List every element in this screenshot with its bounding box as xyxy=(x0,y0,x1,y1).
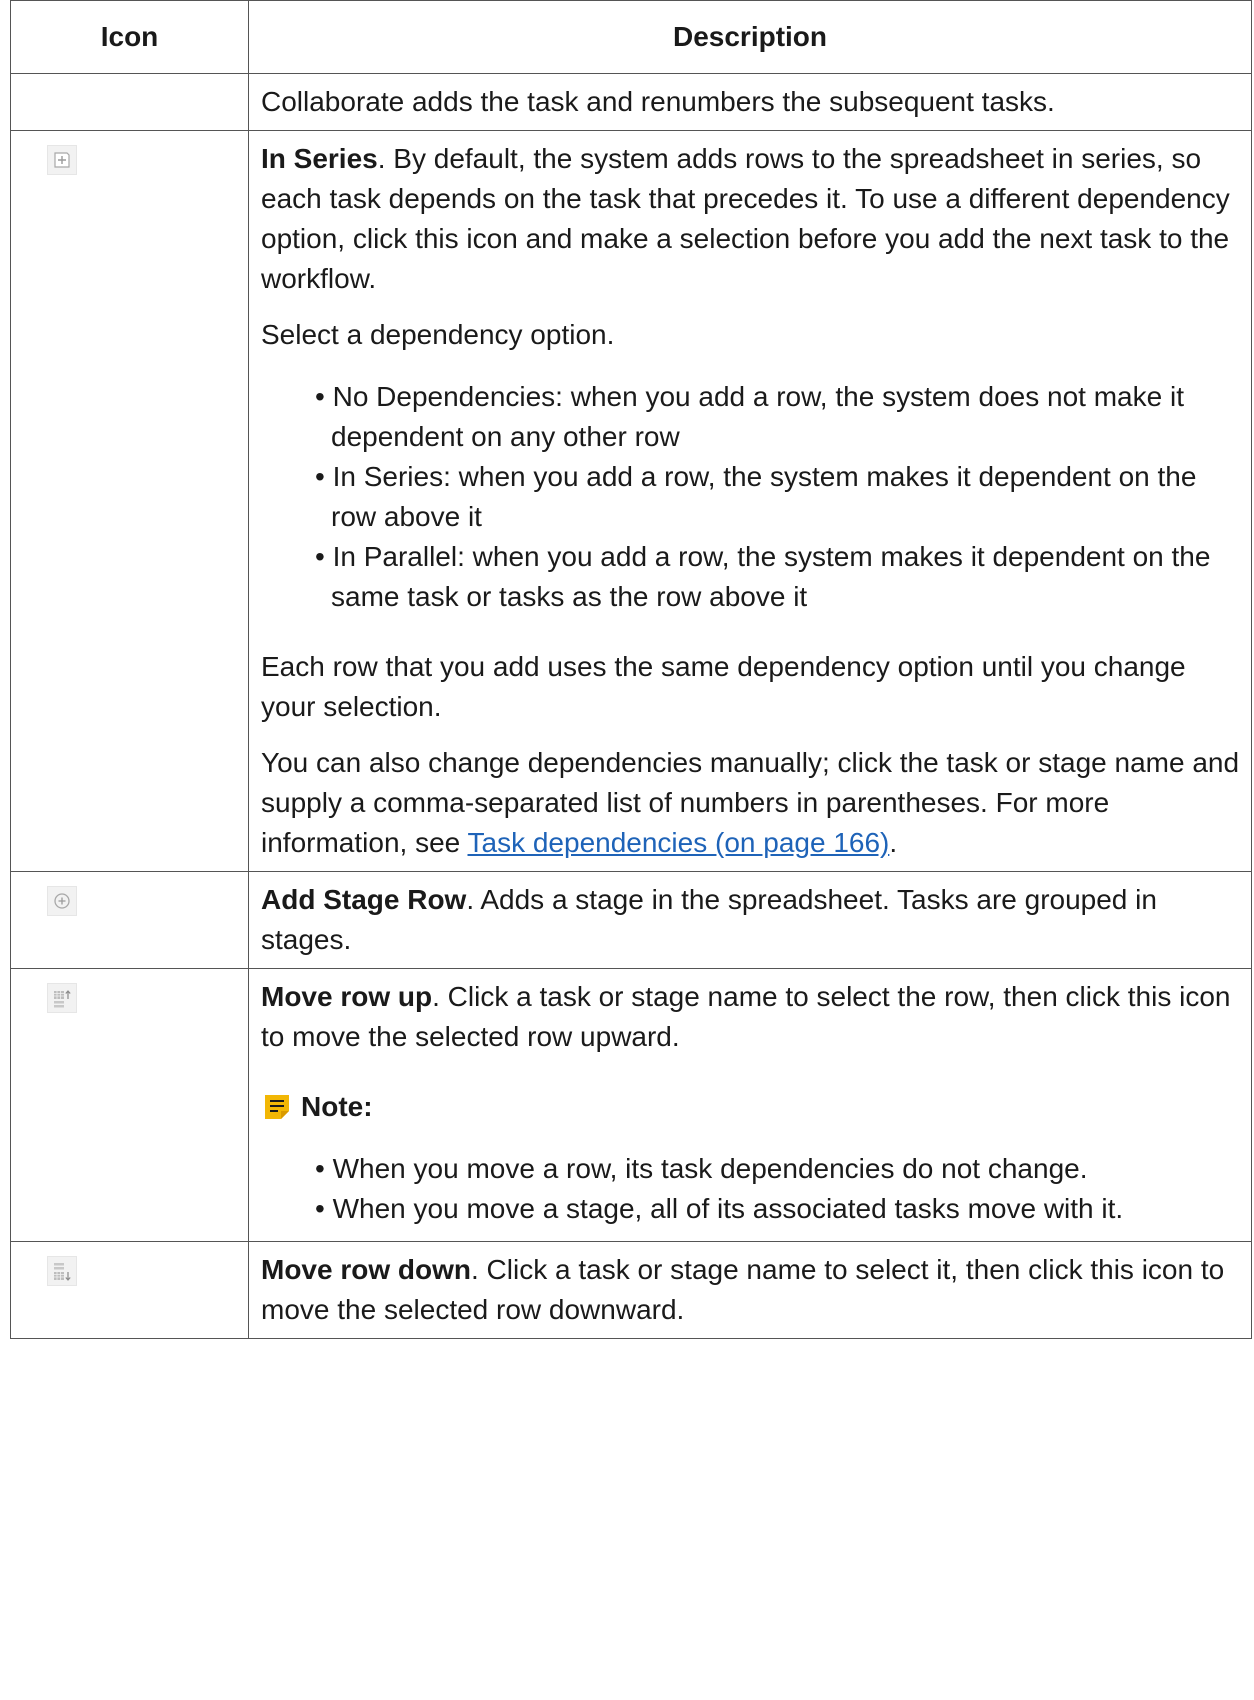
description-paragraph: Add Stage Row. Adds a stage in the sprea… xyxy=(261,880,1241,960)
list-item-text: In Parallel: when you add a row, the sys… xyxy=(331,541,1211,612)
term-title: Add Stage Row xyxy=(261,884,467,915)
note-list: • When you move a row, its task dependen… xyxy=(261,1149,1241,1229)
description-cell: Move row down. Click a task or stage nam… xyxy=(248,1241,1252,1339)
icon-column-header: Icon xyxy=(10,0,249,74)
list-item: • No Dependencies: when you add a row, t… xyxy=(315,381,1184,452)
description-paragraph: You can also change dependencies manuall… xyxy=(261,743,1241,863)
list-item-text: In Series: when you add a row, the syste… xyxy=(331,461,1197,532)
move-row-down-icon xyxy=(47,1256,77,1286)
description-cell: Collaborate adds the task and renumbers … xyxy=(248,73,1252,131)
list-item: • When you move a row, its task dependen… xyxy=(315,1153,1088,1184)
dependency-option-list: • No Dependencies: when you add a row, t… xyxy=(261,377,1241,617)
description-cell: Add Stage Row. Adds a stage in the sprea… xyxy=(248,871,1252,969)
note-label: Note: xyxy=(301,1091,373,1122)
term-title: Move row up xyxy=(261,981,433,1012)
add-in-series-icon xyxy=(47,145,77,175)
description-cell: Move row up. Click a task or stage name … xyxy=(248,968,1252,1242)
description-paragraph: In Series. By default, the system adds r… xyxy=(261,139,1241,299)
task-dependencies-link[interactable]: Task dependencies (on page 166) xyxy=(468,827,890,858)
list-item: • In Series: when you add a row, the sys… xyxy=(315,461,1197,532)
description-paragraph: Move row up. Click a task or stage name … xyxy=(261,977,1241,1057)
list-item-text: When you move a stage, all of its associ… xyxy=(332,1193,1124,1224)
icon-cell xyxy=(10,1241,249,1339)
description-text: Each row that you add uses the same depe… xyxy=(261,651,1186,722)
list-item: • In Parallel: when you add a row, the s… xyxy=(315,541,1211,612)
move-row-up-icon xyxy=(47,983,77,1013)
icon-description-table: Icon Description Collaborate adds the ta… xyxy=(10,0,1252,1339)
term-title: In Series xyxy=(261,143,378,174)
list-item-text: No Dependencies: when you add a row, the… xyxy=(331,381,1184,452)
description-text: . By default, the system adds rows to th… xyxy=(261,143,1230,294)
table-header-row: Icon Description xyxy=(10,0,1252,74)
icon-cell xyxy=(10,73,249,131)
add-stage-row-icon xyxy=(47,886,77,916)
list-item-text: When you move a row, its task dependenci… xyxy=(332,1153,1088,1184)
description-column-header: Description xyxy=(248,0,1252,74)
table-row: In Series. By default, the system adds r… xyxy=(10,130,1252,872)
description-text: Collaborate adds the task and renumbers … xyxy=(261,86,1055,117)
note-icon xyxy=(261,1091,293,1123)
table-row: Add Stage Row. Adds a stage in the sprea… xyxy=(10,871,1252,969)
list-item: • When you move a stage, all of its asso… xyxy=(315,1193,1124,1224)
icon-cell xyxy=(10,130,249,872)
description-paragraph: Move row down. Click a task or stage nam… xyxy=(261,1250,1241,1330)
description-cell: In Series. By default, the system adds r… xyxy=(248,130,1252,872)
table-row: Collaborate adds the task and renumbers … xyxy=(10,73,1252,131)
table-row: Move row up. Click a task or stage name … xyxy=(10,968,1252,1242)
icon-cell xyxy=(10,871,249,969)
table-row: Move row down. Click a task or stage nam… xyxy=(10,1241,1252,1339)
note-heading: Note: xyxy=(261,1087,1241,1127)
icon-cell xyxy=(10,968,249,1242)
punctuation: . xyxy=(889,827,898,858)
instruction-text: Select a dependency option. xyxy=(261,319,615,350)
term-title: Move row down xyxy=(261,1254,471,1285)
